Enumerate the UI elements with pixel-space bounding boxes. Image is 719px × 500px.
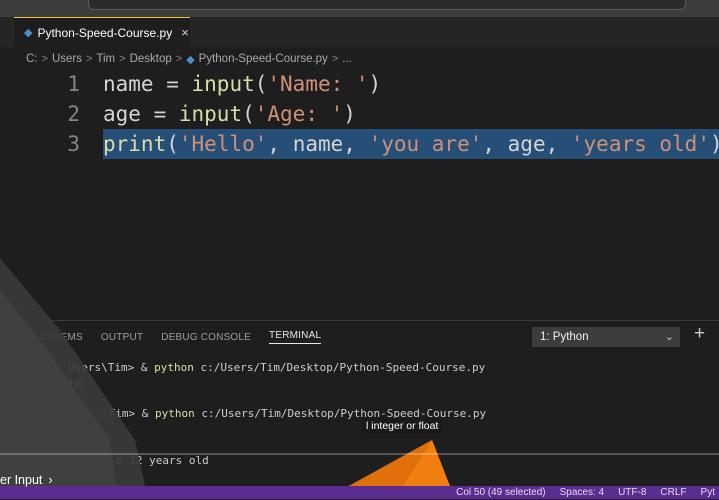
code-token: age bbox=[103, 102, 141, 126]
tab-terminal[interactable]: TERMINAL bbox=[269, 330, 322, 344]
breadcrumb-separator: > bbox=[119, 53, 126, 65]
line-number: 2 bbox=[67, 102, 80, 126]
breadcrumb-item[interactable]: Python-Speed-Course.py bbox=[199, 53, 328, 65]
breadcrumb-separator: > bbox=[85, 53, 93, 65]
code-text: age = input('Age: ') bbox=[103, 99, 356, 129]
code-token: 'you are' bbox=[368, 132, 483, 156]
code-token: , bbox=[545, 132, 571, 156]
code-text: name = input('Name: ') bbox=[103, 69, 381, 99]
terminal-text: python bbox=[154, 361, 194, 374]
code-token: ) bbox=[343, 102, 356, 126]
title-bar bbox=[0, 0, 719, 17]
terminal-selector[interactable]: 1: Python ⌄ bbox=[532, 327, 680, 347]
code-token: 'Name: ' bbox=[267, 72, 369, 96]
status-item[interactable]: CRLF bbox=[660, 486, 686, 499]
breadcrumb-item[interactable]: Tim bbox=[96, 53, 115, 65]
bottom-panel: OBLEMS OUTPUT DEBUG CONSOLE TERMINAL 1: Pyt… bbox=[0, 320, 719, 500]
code-token: print bbox=[103, 132, 167, 156]
chapter-label[interactable]: er Input › bbox=[0, 472, 53, 487]
python-file-icon: ◆ bbox=[186, 53, 195, 66]
close-icon[interactable]: × bbox=[181, 25, 189, 40]
code-token: , bbox=[482, 132, 508, 156]
python-file-icon: ◆ bbox=[24, 27, 33, 39]
status-item[interactable]: Spaces: 4 bbox=[560, 486, 604, 499]
tooltip: l integer or float bbox=[362, 418, 443, 434]
breadcrumb-item[interactable]: Desktop bbox=[130, 53, 172, 65]
terminal-line: e 12 years old bbox=[116, 454, 209, 467]
terminal-text: \Tim> & bbox=[102, 407, 155, 420]
selected-code: print('Hello', name, 'you are', age, 'ye… bbox=[103, 129, 719, 159]
terminal-line: Users\Tim> & python c:/Users/Tim/Desktop… bbox=[68, 361, 485, 374]
code-token: input bbox=[191, 72, 255, 96]
code-token: ) bbox=[710, 132, 719, 156]
chevron-right-icon: › bbox=[48, 472, 53, 487]
breadcrumb-item[interactable]: C: bbox=[26, 53, 38, 65]
code-token: 'Age: ' bbox=[254, 102, 344, 126]
editor-tab-strip: ◆ Python-Speed-Course.py × bbox=[0, 17, 719, 47]
chevron-down-icon: ⌄ bbox=[664, 331, 674, 343]
tab-oblems[interactable]: OBLEMS bbox=[40, 332, 83, 343]
status-item[interactable]: UTF-8 bbox=[618, 486, 646, 499]
breadcrumb: C: > Users > Tim > Desktop > ◆ Python-Speed-Cours… bbox=[26, 51, 352, 67]
panel-tabs: OBLEMS OUTPUT DEBUG CONSOLE TERMINAL bbox=[0, 321, 339, 353]
line-number: 1 bbox=[67, 72, 80, 96]
line-number: 3 bbox=[67, 132, 80, 156]
terminal-text: e 12 years old bbox=[116, 454, 209, 467]
tab-label: Python-Speed-Course.py bbox=[37, 25, 173, 40]
terminal-text: c:/Users/Tim/Desktop/Python-Speed-Course… bbox=[193, 361, 486, 374]
code-token: ( bbox=[166, 132, 179, 156]
terminal-text: im bbox=[68, 377, 82, 390]
terminal-line: im bbox=[68, 377, 81, 390]
code-token: name bbox=[103, 72, 154, 96]
status-bar: Col 50 (49 selected) Spaces: 4 UTF-8 CRLF Py… bbox=[0, 486, 719, 499]
terminal-selector-value: 1: Python bbox=[540, 331, 589, 343]
status-item[interactable]: Pyt bbox=[701, 486, 715, 499]
command-center-search[interactable] bbox=[88, 0, 686, 10]
video-progress-track[interactable] bbox=[0, 453, 719, 455]
code-token: name bbox=[292, 132, 344, 156]
code-editor[interactable]: 1 name = input('Name: ') 2 age = input('Age… bbox=[0, 67, 719, 320]
code-token: ( bbox=[254, 72, 268, 96]
breadcrumb-item[interactable]: Users bbox=[52, 53, 82, 65]
code-line[interactable]: 1 name = input('Name: ') bbox=[0, 69, 719, 99]
code-token: , bbox=[267, 132, 293, 156]
code-line[interactable]: 3 print('Hello', name, 'you are', age, 'y… bbox=[0, 129, 719, 159]
breadcrumb-separator: > bbox=[41, 53, 48, 65]
terminal-text: Users\Tim> & bbox=[68, 361, 155, 374]
code-token: = bbox=[153, 72, 192, 96]
code-token: = bbox=[140, 102, 179, 126]
breadcrumb-item[interactable]: ... bbox=[342, 53, 352, 65]
code-token: 'years old' bbox=[570, 132, 710, 156]
status-item[interactable]: Col 50 (49 selected) bbox=[456, 486, 546, 499]
breadcrumb-separator: > bbox=[175, 53, 183, 65]
code-token: 'Hello' bbox=[178, 132, 268, 156]
terminal-text: python bbox=[154, 407, 195, 420]
chapter-title: er Input bbox=[0, 472, 43, 487]
tab-output[interactable]: OUTPUT bbox=[101, 332, 143, 343]
new-terminal-button[interactable]: + bbox=[694, 323, 705, 345]
breadcrumb-separator: > bbox=[331, 53, 339, 65]
code-token: ) bbox=[368, 72, 382, 96]
terminal-text: c:/Users/Tim/Desktop/Python-Speed-Course… bbox=[194, 407, 487, 420]
tab-debug-console[interactable]: DEBUG CONSOLE bbox=[161, 332, 251, 343]
code-token: , bbox=[343, 132, 369, 156]
code-token: age bbox=[507, 132, 546, 156]
code-token: input bbox=[178, 102, 243, 126]
code-line[interactable]: 2 age = input('Age: ') bbox=[0, 99, 719, 129]
code-token: ( bbox=[242, 102, 255, 126]
tab-python-speed-course[interactable]: ◆ Python-Speed-Course.py × bbox=[14, 17, 190, 47]
